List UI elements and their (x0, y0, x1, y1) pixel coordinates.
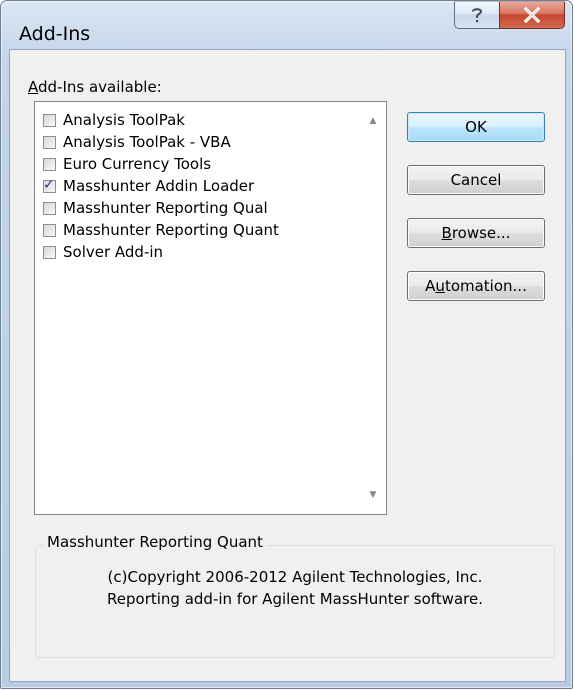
help-icon (472, 8, 483, 23)
ok-button[interactable]: OK (407, 112, 545, 142)
list-item[interactable]: Euro Currency Tools (35, 153, 365, 175)
addin-description: Reporting add-in for Agilent MassHunter … (107, 590, 483, 608)
dialog-title: Add-Ins (19, 23, 91, 45)
checkbox[interactable] (43, 135, 56, 149)
checkbox[interactable]: ✓ (43, 176, 56, 193)
add-ins-list[interactable]: Analysis ToolPak Analysis ToolPak - VBA … (34, 101, 387, 515)
close-icon (523, 7, 541, 23)
checkbox[interactable] (43, 157, 56, 171)
list-item[interactable]: ✓ Masshunter Addin Loader (35, 175, 365, 197)
scroll-up-icon[interactable]: ▲ (366, 116, 380, 126)
addin-details-title: Masshunter Reporting Quant (43, 533, 267, 551)
list-item[interactable]: Solver Add-in (35, 241, 365, 263)
automation-button[interactable]: Au tomation... (407, 271, 545, 301)
checkbox[interactable] (43, 245, 56, 259)
add-ins-list-items: Analysis ToolPak Analysis ToolPak - VBA … (35, 109, 365, 263)
cancel-button[interactable]: Cancel (407, 165, 545, 195)
list-item[interactable]: Masshunter Reporting Quant (35, 219, 365, 241)
checkbox[interactable] (43, 201, 56, 215)
add-ins-available-label: Add-Ins available: (28, 78, 162, 96)
addin-copyright: (c)Copyright 2006-2012 Agilent Technolog… (107, 568, 483, 586)
check-icon: ✓ (43, 176, 55, 193)
help-button[interactable] (454, 1, 499, 29)
list-item[interactable]: Masshunter Reporting Qual (35, 197, 365, 219)
add-ins-dialog: Add-Ins Add-Ins available: Analysis Tool… (0, 0, 573, 689)
checkbox[interactable] (43, 113, 56, 127)
caption-buttons (454, 1, 565, 29)
close-button[interactable] (499, 1, 565, 29)
list-item[interactable]: Analysis ToolPak - VBA (35, 131, 365, 153)
scroll-down-icon[interactable]: ▼ (366, 490, 380, 500)
checkbox[interactable] (43, 223, 56, 237)
list-item[interactable]: Analysis ToolPak (35, 109, 365, 131)
browse-button[interactable]: Browse... (407, 218, 545, 248)
